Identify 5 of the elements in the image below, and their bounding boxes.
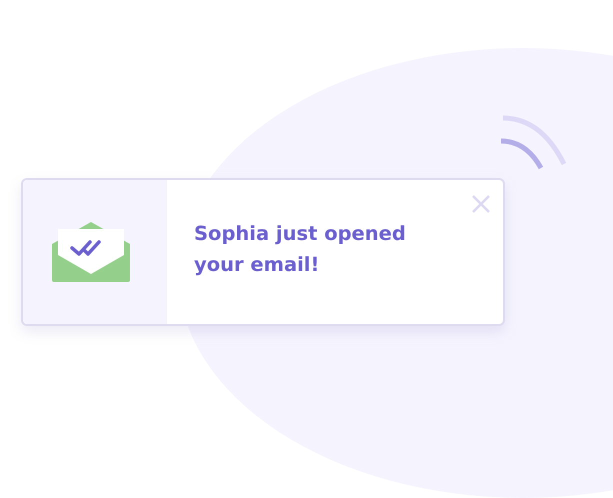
opened-envelope-icon xyxy=(52,222,130,282)
close-icon xyxy=(471,194,491,214)
notification-message: Sophia just opened your email! xyxy=(194,221,407,278)
signal-waves-icon xyxy=(501,114,567,170)
close-button[interactable] xyxy=(471,194,491,214)
